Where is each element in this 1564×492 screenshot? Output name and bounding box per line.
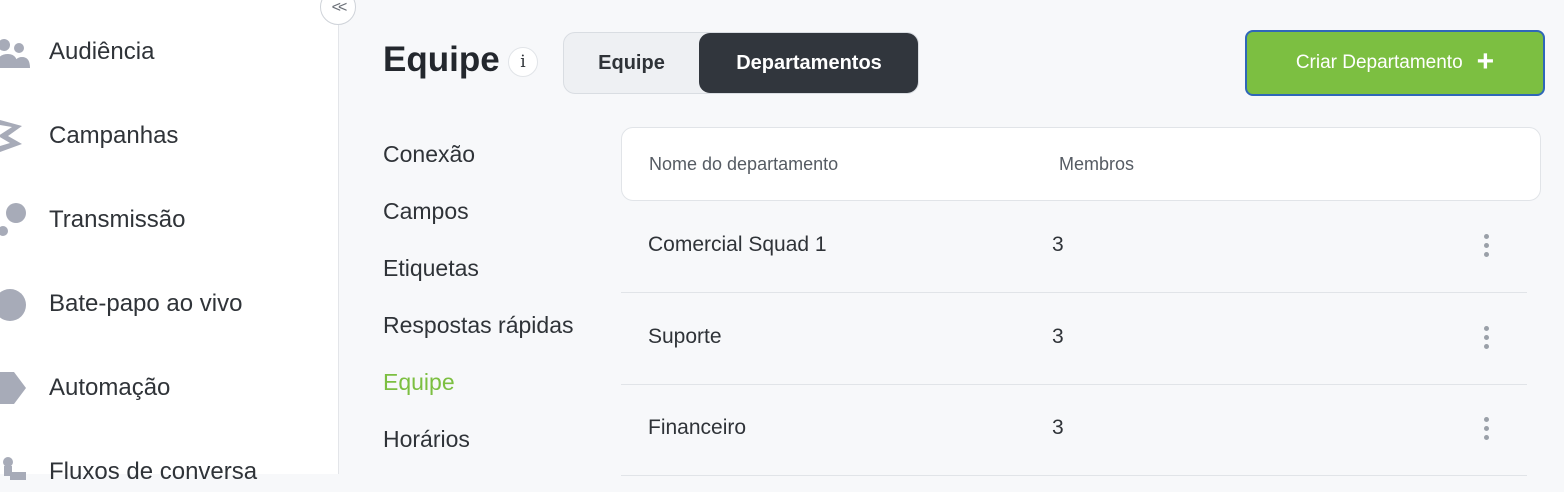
chat-icon xyxy=(0,289,26,321)
more-options-icon[interactable] xyxy=(1471,227,1501,263)
sidebar-item-automacao[interactable]: Automação xyxy=(0,368,338,408)
sidebar-item-transmissao[interactable]: Transmissão xyxy=(0,200,338,240)
sidebar-item-label: Automação xyxy=(49,374,171,401)
table-header: Nome do departamento Membros xyxy=(621,127,1541,201)
submenu-item-respostas-rapidas[interactable]: Respostas rápidas xyxy=(383,312,574,339)
sidebar-item-label: Transmissão xyxy=(49,206,186,233)
sidebar: Audiência Campanhas Transmissão Bate-pap… xyxy=(0,0,339,485)
sidebar-item-bate-papo[interactable]: Bate-papo ao vivo xyxy=(0,284,338,324)
create-department-label: Criar Departamento xyxy=(1295,52,1463,73)
people-icon xyxy=(0,39,30,68)
tab-equipe[interactable]: Equipe xyxy=(564,33,699,93)
sidebar-item-audiencia[interactable]: Audiência xyxy=(0,32,338,72)
department-name: Comercial Squad 1 xyxy=(648,233,827,256)
campaign-icon xyxy=(0,120,22,152)
table-row[interactable]: Comercial Squad 1 3 xyxy=(621,201,1527,293)
more-options-icon[interactable] xyxy=(1471,319,1501,355)
sidebar-item-campanhas[interactable]: Campanhas xyxy=(0,116,338,156)
broadcast-icon xyxy=(0,203,26,236)
submenu-item-equipe[interactable]: Equipe xyxy=(383,369,455,396)
department-members: 3 xyxy=(1052,416,1064,439)
tab-departamentos[interactable]: Departamentos xyxy=(699,33,918,93)
sidebar-item-label: Campanhas xyxy=(49,122,179,149)
sidebar-item-label: Bate-papo ao vivo xyxy=(49,290,243,317)
double-chevron-left-icon: << xyxy=(331,0,348,16)
department-name: Suporte xyxy=(648,325,722,348)
department-members: 3 xyxy=(1052,233,1064,256)
flow-icon xyxy=(3,457,26,480)
info-icon[interactable]: i xyxy=(508,47,538,77)
submenu-item-etiquetas[interactable]: Etiquetas xyxy=(383,255,479,282)
sidebar-item-label: Audiência xyxy=(49,38,155,65)
plus-icon: + xyxy=(1476,45,1495,78)
column-header-name: Nome do departamento xyxy=(649,154,839,174)
info-icon-glyph: i xyxy=(520,52,526,72)
table-row[interactable]: Financeiro 3 xyxy=(621,384,1527,476)
create-department-button[interactable]: Criar Departamento + xyxy=(1245,30,1545,96)
more-options-icon[interactable] xyxy=(1471,410,1501,446)
view-toggle: Equipe Departamentos xyxy=(563,32,919,94)
automation-icon xyxy=(0,372,26,404)
page-title: Equipe xyxy=(383,40,500,79)
submenu-item-campos[interactable]: Campos xyxy=(383,198,469,225)
department-members: 3 xyxy=(1052,325,1064,348)
sidebar-item-label: Fluxos de conversa xyxy=(49,458,258,485)
sidebar-item-fluxos[interactable]: Fluxos de conversa xyxy=(0,452,338,492)
department-name: Financeiro xyxy=(648,416,747,439)
submenu-item-conexao[interactable]: Conexão xyxy=(383,141,475,168)
submenu-item-horarios[interactable]: Horários xyxy=(383,426,470,453)
column-header-members: Membros xyxy=(1059,154,1135,174)
table-row[interactable]: Suporte 3 xyxy=(621,293,1527,385)
